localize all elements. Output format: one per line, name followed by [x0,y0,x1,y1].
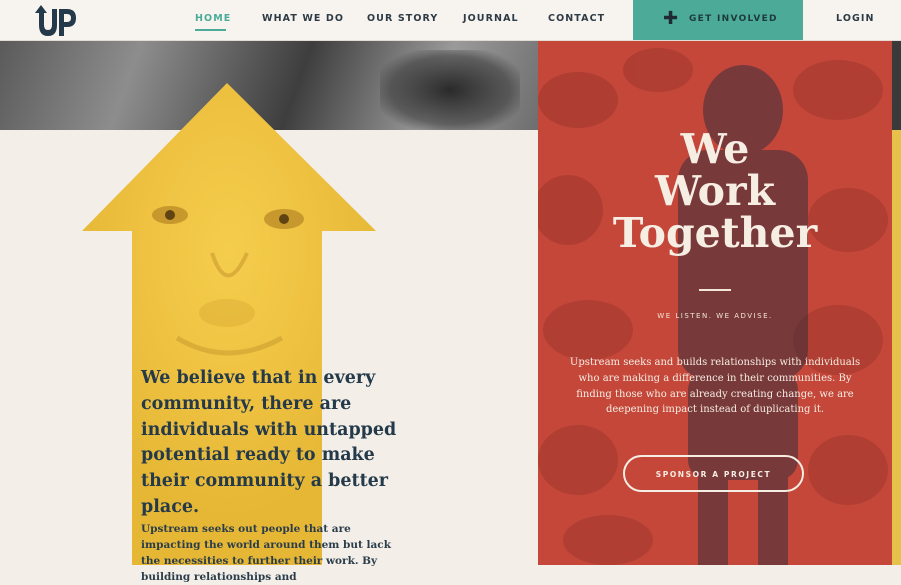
up-logo-icon[interactable] [33,3,77,37]
hero-body: Upstream seeks and builds relationships … [569,357,861,416]
plus-icon: ✚ [663,8,679,29]
nav-home[interactable]: HOME [195,13,231,24]
get-involved-label: GET INVOLVED [689,14,778,24]
edge-strip-yellow [892,130,901,565]
edge-strip-dark [892,40,901,130]
hero-title-line-3: Together [612,209,818,257]
nav-our-story[interactable]: OUR STORY [367,13,438,24]
hero-title: We Work Together [538,128,892,254]
nav-journal[interactable]: JOURNAL [463,13,519,24]
nav-contact[interactable]: CONTACT [548,13,605,24]
site-header: HOME WHAT WE DO OUR STORY JOURNAL CONTAC… [0,0,901,40]
hero-title-line-2: Work [654,167,776,215]
mission-body: Upstream seeks out people that are impac… [141,523,391,583]
nav-what-we-do[interactable]: WHAT WE DO [262,13,344,24]
nav-active-underline [195,29,226,31]
sponsor-project-label: SPONSOR A PROJECT [655,470,772,479]
login-link[interactable]: LOGIN [836,13,875,24]
mission-heading: We believe that in every community, ther… [141,368,397,517]
hero-tagline: WE LISTEN. WE ADVISE. [657,312,773,320]
get-involved-button[interactable]: ✚ GET INVOLVED [633,0,803,40]
hero-title-line-1: We [680,125,750,173]
title-divider [699,289,731,291]
sponsor-project-button[interactable]: SPONSOR A PROJECT [623,455,804,492]
